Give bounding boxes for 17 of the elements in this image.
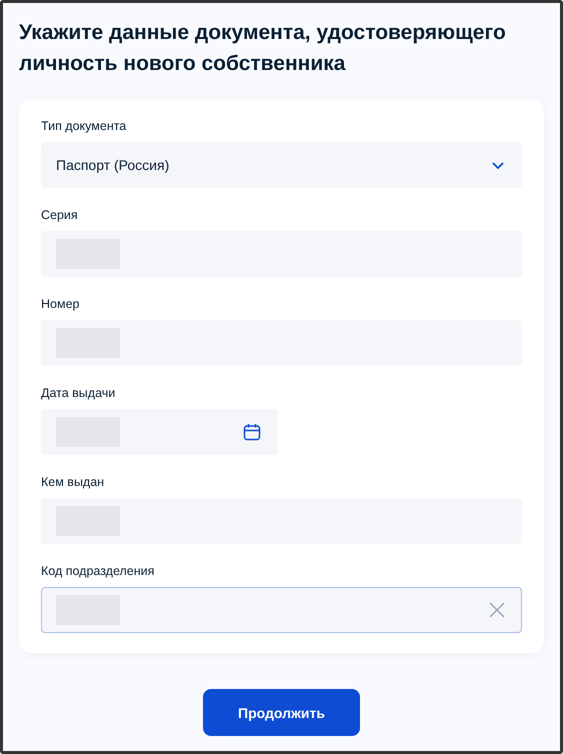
chevron-down-icon: [491, 160, 505, 170]
input-field[interactable]: [41, 320, 522, 366]
field-label: Серия: [41, 208, 79, 223]
field-label: Тип документа: [41, 119, 128, 134]
continue-button[interactable]: Продолжить: [203, 689, 360, 736]
calendar-icon[interactable]: [243, 423, 261, 441]
input-field[interactable]: [41, 587, 522, 633]
input-field[interactable]: [41, 498, 522, 544]
field-label: Кем выдан: [41, 475, 106, 490]
page-title: Укажите данные документа, удостоверяющего личность нового собственника: [19, 20, 507, 77]
field-label: Номер: [41, 297, 80, 312]
clear-icon[interactable]: [489, 602, 505, 618]
field-label: Дата выдачи: [41, 386, 116, 401]
input-field[interactable]: [41, 231, 522, 277]
date-field[interactable]: [41, 409, 278, 455]
field-label: Код подразделения: [41, 564, 156, 579]
select-field[interactable]: Паспорт (Россия): [41, 142, 522, 188]
